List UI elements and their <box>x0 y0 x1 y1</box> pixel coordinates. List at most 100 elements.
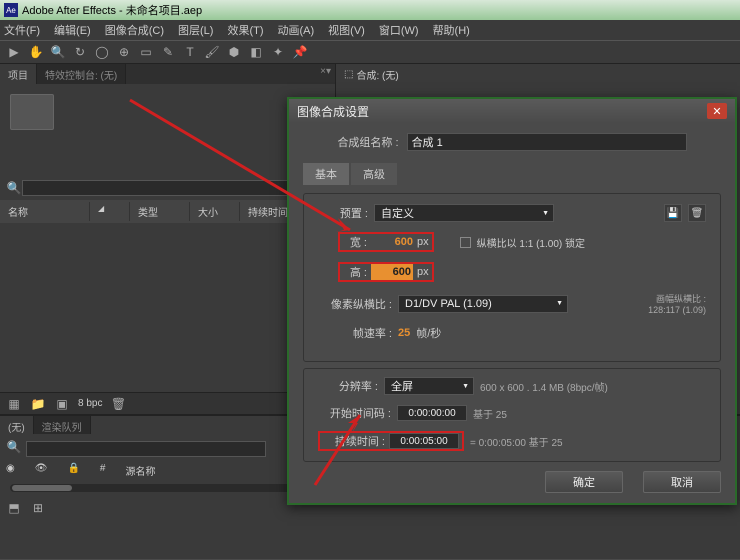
width-label: 宽 : <box>343 234 367 250</box>
search-icon: 🔍 <box>6 439 22 455</box>
composition-settings-dialog: 图像合成设置 ✕ 合成组名称 : 基本 高级 预置 : 自定义 💾 🗑 宽 : <box>287 97 737 505</box>
panel-menu-icon[interactable]: ×▾ <box>316 64 335 84</box>
menu-edit[interactable]: 编辑(E) <box>54 22 91 38</box>
tab-render-queue[interactable]: 渲染队列 <box>34 416 91 434</box>
project-columns: 名称 ◢ 类型 大小 持续时间 <box>0 200 335 223</box>
search-icon: 🔍 <box>6 180 22 196</box>
height-input[interactable] <box>371 264 413 280</box>
duration-input[interactable] <box>389 433 459 449</box>
delete-preset-icon[interactable]: 🗑 <box>688 204 706 222</box>
start-time-input[interactable] <box>397 405 467 421</box>
camera-tool-icon[interactable]: ◯ <box>94 44 110 60</box>
hand-tool-icon[interactable]: ✋ <box>28 44 44 60</box>
dialog-title: 图像合成设置 <box>297 103 369 120</box>
menu-help[interactable]: 帮助(H) <box>433 22 470 38</box>
start-time-info: 基于 25 <box>473 406 507 421</box>
puppet-tool-icon[interactable]: 📌 <box>292 44 308 60</box>
stamp-tool-icon[interactable]: ⬢ <box>226 44 242 60</box>
lock-aspect-label: 纵横比以 1:1 (1.00) 锁定 <box>477 235 585 250</box>
col-size[interactable]: 大小 <box>190 202 240 221</box>
roto-tool-icon[interactable]: ✦ <box>270 44 286 60</box>
col-label-icon[interactable]: ◢ <box>90 202 130 221</box>
folder-icon[interactable]: 📁 <box>30 396 46 412</box>
height-label: 高 : <box>343 264 367 280</box>
pen-tool-icon[interactable]: ✎ <box>160 44 176 60</box>
window-title: Adobe After Effects - 未命名项目.aep <box>22 2 202 18</box>
menu-view[interactable]: 视图(V) <box>328 22 365 38</box>
lock-aspect-checkbox[interactable] <box>460 237 471 248</box>
tab-basic[interactable]: 基本 <box>303 163 349 185</box>
dialog-titlebar[interactable]: 图像合成设置 ✕ <box>289 99 735 123</box>
fps-value[interactable]: 25 <box>398 327 410 339</box>
tab-project[interactable]: 项目 <box>0 64 37 84</box>
shape-tool-icon[interactable]: ▭ <box>138 44 154 60</box>
preset-label: 预置 : <box>318 205 368 221</box>
px-unit: px <box>417 266 429 278</box>
eraser-tool-icon[interactable]: ◧ <box>248 44 264 60</box>
bpc-label[interactable]: 8 bpc <box>78 398 102 409</box>
project-thumbnail[interactable] <box>10 94 54 130</box>
resolution-dropdown[interactable]: 全屏 <box>384 377 474 395</box>
project-search-input[interactable] <box>22 180 329 196</box>
cancel-button[interactable]: 取消 <box>643 471 721 493</box>
tab-advanced[interactable]: 高级 <box>351 163 397 185</box>
tl-col-eye-icon: 👁 <box>35 463 48 478</box>
tab-composition[interactable]: ⬚ 合成: (无) <box>336 64 407 84</box>
px-unit: px <box>417 236 429 248</box>
project-panel: 项目 特效控制台: (无) ×▾ 🔍 名称 ◢ 类型 大小 持续时间 ▦ 📁 ▣… <box>0 64 335 414</box>
new-comp-icon[interactable]: ▣ <box>54 396 70 412</box>
app-logo: Ae <box>4 3 18 17</box>
tl-switches-icon[interactable]: ⊞ <box>30 500 46 516</box>
col-name[interactable]: 名称 <box>0 202 90 221</box>
rotate-tool-icon[interactable]: ↻ <box>72 44 88 60</box>
menu-file[interactable]: 文件(F) <box>4 22 40 38</box>
titlebar: Ae Adobe After Effects - 未命名项目.aep <box>0 0 740 20</box>
menu-effect[interactable]: 效果(T) <box>227 22 263 38</box>
height-highlight-box: 高 : px <box>338 262 434 282</box>
start-time-label: 开始时间码 : <box>318 405 391 421</box>
tl-toggle-icon[interactable]: ◉ <box>6 463 15 478</box>
tab-effects-control[interactable]: 特效控制台: (无) <box>37 64 126 84</box>
trash-icon[interactable]: 🗑 <box>110 396 126 412</box>
duration-info: = 0:00:05:00 基于 25 <box>470 434 563 449</box>
tl-expand-icon[interactable]: ⬒ <box>6 500 22 516</box>
comp-name-input[interactable] <box>407 133 687 151</box>
tl-col-lock-icon: 🔒 <box>67 463 79 478</box>
menubar: 文件(F) 编辑(E) 图像合成(C) 图层(L) 效果(T) 动画(A) 视图… <box>0 20 740 40</box>
frame-aspect-label: 画幅纵横比 : <box>648 292 706 305</box>
duration-highlight-box: 持续时间 : <box>318 431 464 451</box>
fps-label: 帧速率 : <box>318 325 392 341</box>
tab-timeline-none[interactable]: (无) <box>0 416 34 434</box>
brush-tool-icon[interactable]: 🖌 <box>204 44 220 60</box>
project-footer: ▦ 📁 ▣ 8 bpc 🗑 <box>0 392 335 414</box>
toolbar: ▶ ✋ 🔍 ↻ ◯ ⊕ ▭ ✎ T 🖌 ⬢ ◧ ✦ 📌 <box>0 40 740 64</box>
tl-col-source: 源名称 <box>125 463 155 478</box>
par-dropdown[interactable]: D1/DV PAL (1.09) <box>398 295 568 313</box>
comp-tab-label: 合成: (无) <box>356 67 398 82</box>
tl-col-num: # <box>100 463 106 478</box>
ok-button[interactable]: 确定 <box>545 471 623 493</box>
comp-name-label: 合成组名称 : <box>337 134 398 150</box>
timeline-search-input[interactable] <box>26 441 266 457</box>
menu-window[interactable]: 窗口(W) <box>379 22 419 38</box>
scrollbar-thumb[interactable] <box>12 485 72 491</box>
menu-animation[interactable]: 动画(A) <box>278 22 315 38</box>
menu-composition[interactable]: 图像合成(C) <box>105 22 164 38</box>
preset-dropdown[interactable]: 自定义 <box>374 204 554 222</box>
fps-unit: 帧/秒 <box>416 325 441 341</box>
timeline-scrollbar[interactable] <box>10 484 325 492</box>
project-list[interactable] <box>0 223 335 392</box>
interpret-icon[interactable]: ▦ <box>6 396 22 412</box>
width-input[interactable] <box>371 234 413 250</box>
par-label: 像素纵横比 : <box>318 296 392 312</box>
resolution-info: 600 x 600 . 1.4 MB (8bpc/帧) <box>480 379 608 394</box>
col-type[interactable]: 类型 <box>130 202 190 221</box>
close-icon[interactable]: ✕ <box>707 103 727 119</box>
anchor-tool-icon[interactable]: ⊕ <box>116 44 132 60</box>
comp-icon: ⬚ <box>344 69 353 80</box>
menu-layer[interactable]: 图层(L) <box>178 22 213 38</box>
selection-tool-icon[interactable]: ▶ <box>6 44 22 60</box>
text-tool-icon[interactable]: T <box>182 44 198 60</box>
save-preset-icon[interactable]: 💾 <box>664 204 682 222</box>
zoom-tool-icon[interactable]: 🔍 <box>50 44 66 60</box>
